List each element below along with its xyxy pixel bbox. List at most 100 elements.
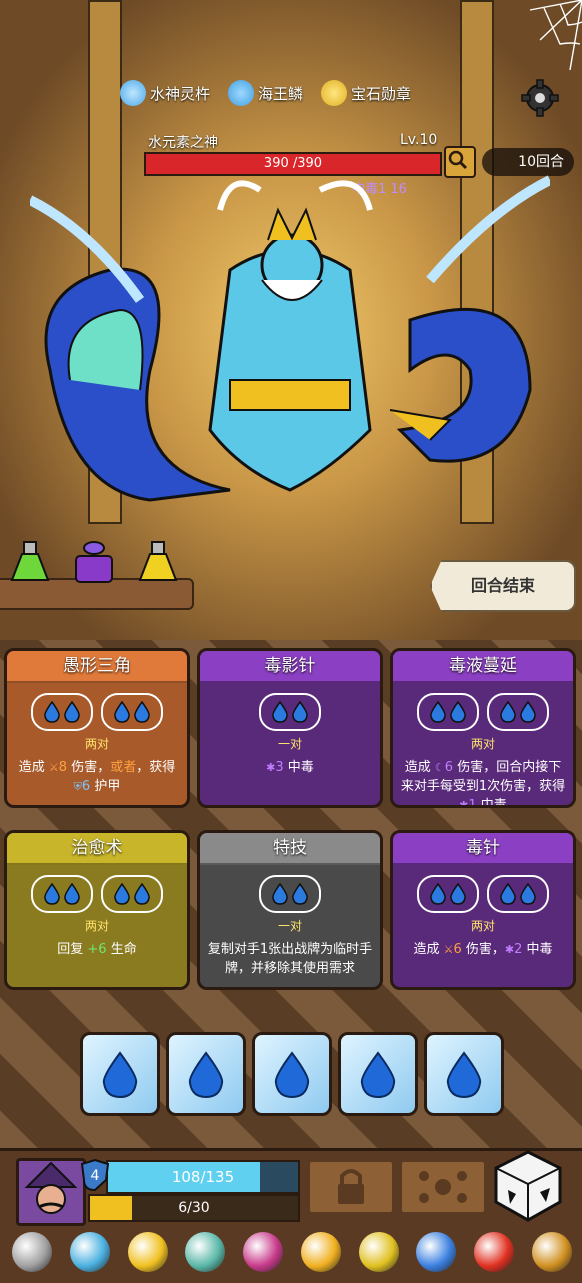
card-requirement: 两对 bbox=[470, 919, 495, 933]
desc-segment: 8 bbox=[58, 760, 68, 775]
dice-slots[interactable] bbox=[13, 875, 181, 913]
water-drop-icon bbox=[114, 701, 130, 723]
dice-slots[interactable] bbox=[399, 875, 567, 913]
sword-icon: ⚔ bbox=[48, 761, 59, 774]
card-requirement: 两对 bbox=[470, 737, 495, 751]
yellow-potion-icon[interactable] bbox=[136, 540, 180, 586]
desc-segment: 造成 bbox=[404, 760, 435, 775]
player-xp-text: 6/30 bbox=[178, 1200, 210, 1216]
water-drop-icon bbox=[500, 883, 516, 905]
card-title: 愚形三角 bbox=[7, 651, 187, 683]
desc-segment: 1 bbox=[468, 798, 477, 808]
ability-card[interactable]: 治愈术 两对 回复 +6 生命 bbox=[4, 830, 190, 990]
pair-slot[interactable] bbox=[259, 693, 321, 731]
glove-icon[interactable] bbox=[300, 1232, 341, 1272]
water-drop-icon bbox=[134, 883, 150, 905]
spider-web-icon bbox=[529, 0, 582, 70]
water-drop-icon bbox=[430, 883, 446, 905]
relic-item[interactable]: 海王鳞 bbox=[228, 80, 303, 106]
card-title: 毒液蔓延 bbox=[393, 651, 573, 683]
desc-segment: 伤害， bbox=[461, 942, 505, 957]
medal-relic-icon bbox=[321, 80, 348, 106]
crown-silver-icon[interactable] bbox=[12, 1232, 52, 1272]
armor-value: 4 bbox=[91, 1168, 100, 1184]
relic-item[interactable]: 水神灵杵 bbox=[120, 80, 210, 106]
water-drop-icon bbox=[44, 701, 60, 723]
rune-icon[interactable] bbox=[243, 1232, 284, 1272]
water-drop-icon bbox=[44, 883, 60, 905]
skill-tree-button[interactable] bbox=[400, 1160, 486, 1214]
relic-item[interactable]: 宝石勋章 bbox=[321, 80, 411, 106]
pair-slot[interactable] bbox=[101, 693, 163, 731]
water-drop-icon bbox=[64, 883, 80, 905]
ability-card[interactable]: 毒影针 一对 ✱3 中毒 bbox=[197, 648, 383, 808]
boss-level: Lv.10 bbox=[400, 132, 438, 148]
water-drop-icon bbox=[64, 701, 80, 723]
desc-segment: 6 bbox=[81, 779, 91, 794]
fire-icon[interactable] bbox=[474, 1232, 515, 1272]
vase-icon[interactable] bbox=[185, 1232, 226, 1272]
magnifier-icon bbox=[448, 150, 468, 170]
green-potion-icon[interactable] bbox=[8, 540, 52, 586]
card-description: ✱3 中毒 bbox=[206, 758, 374, 777]
dice-slots[interactable] bbox=[206, 693, 374, 731]
player-hp-text: 108/135 bbox=[171, 1168, 235, 1186]
lock-button[interactable] bbox=[308, 1160, 394, 1214]
poison-icon: ✱ bbox=[504, 943, 515, 956]
card-requirement: 两对 bbox=[84, 919, 109, 933]
desc-segment: 复制对手1张出战牌为临时手牌，并移除其使用需求 bbox=[207, 942, 373, 976]
card-requirement: 一对 bbox=[277, 737, 302, 751]
wizard-portrait-icon bbox=[24, 1161, 78, 1214]
water-drop-icon bbox=[450, 701, 466, 723]
dagger-icon[interactable] bbox=[69, 1232, 110, 1272]
lantern-icon[interactable] bbox=[358, 1232, 399, 1272]
pair-slot[interactable] bbox=[259, 875, 321, 913]
water-dice[interactable] bbox=[424, 1032, 504, 1116]
player-avatar[interactable] bbox=[16, 1158, 86, 1226]
pair-slot[interactable] bbox=[31, 875, 93, 913]
water-god-boss-sprite[interactable] bbox=[30, 170, 550, 520]
desc-segment: 回复 bbox=[57, 942, 88, 957]
crown-gold-icon[interactable] bbox=[127, 1232, 168, 1272]
purple-potion-icon[interactable] bbox=[72, 540, 116, 586]
dice-slots[interactable] bbox=[206, 875, 374, 913]
water-dice[interactable] bbox=[166, 1032, 246, 1116]
card-description: 造成 ⚔6 伤害，✱2 中毒 bbox=[399, 940, 567, 959]
relic-label: 海王鳞 bbox=[258, 84, 304, 103]
water-drop-icon bbox=[520, 701, 536, 723]
settings-gear-icon[interactable] bbox=[520, 78, 560, 118]
card-description: 复制对手1张出战牌为临时手牌，并移除其使用需求 bbox=[206, 940, 374, 978]
card-body: 两对造成 ⚔6 伤害，✱2 中毒 bbox=[393, 865, 573, 959]
desc-segment: 6 bbox=[453, 942, 462, 957]
moon-icon: ☾ bbox=[434, 761, 445, 774]
water-drop-icon bbox=[102, 1051, 138, 1099]
ability-card[interactable]: 毒针两对造成 ⚔6 伤害，✱2 中毒 bbox=[390, 830, 576, 990]
desc-segment: 中毒 bbox=[522, 942, 553, 957]
dice-slots[interactable] bbox=[399, 693, 567, 731]
pair-slot[interactable] bbox=[417, 693, 479, 731]
dice-slots[interactable] bbox=[13, 693, 181, 731]
water-dice[interactable] bbox=[338, 1032, 418, 1116]
pair-slot[interactable] bbox=[31, 693, 93, 731]
water-drop-icon bbox=[360, 1051, 396, 1099]
skill-map-icon bbox=[419, 1171, 467, 1203]
bat-icon[interactable] bbox=[531, 1232, 572, 1272]
ability-card[interactable]: 毒液蔓延 两对 造成 ☾6 伤害，回合内接下来对手每受到1次伤害，获得 ✱1 中毒 bbox=[390, 648, 576, 808]
pair-slot[interactable] bbox=[417, 875, 479, 913]
water-drop-icon bbox=[272, 883, 288, 905]
ability-card[interactable]: 愚形三角 两对 造成 ⚔8 伤害，或者，获得 ⛨6 护甲 bbox=[4, 648, 190, 808]
ability-card[interactable]: 特技 一对 复制对手1张出战牌为临时手牌，并移除其使用需求 bbox=[197, 830, 383, 990]
desc-segment: 中毒 bbox=[283, 760, 314, 775]
water-dice[interactable] bbox=[80, 1032, 160, 1116]
pair-slot[interactable] bbox=[487, 693, 549, 731]
pair-slot[interactable] bbox=[487, 875, 549, 913]
reroll-dice-icon[interactable] bbox=[492, 1150, 564, 1222]
pair-slot[interactable] bbox=[101, 875, 163, 913]
water-dice[interactable] bbox=[252, 1032, 332, 1116]
mushroom-icon[interactable] bbox=[416, 1232, 457, 1272]
water-drop-icon bbox=[292, 883, 308, 905]
water-drop-icon bbox=[450, 883, 466, 905]
end-turn-button[interactable]: 回合结束 bbox=[430, 560, 576, 612]
card-body: 一对 ✱3 中毒 bbox=[200, 683, 380, 777]
card-title: 毒针 bbox=[393, 833, 573, 865]
